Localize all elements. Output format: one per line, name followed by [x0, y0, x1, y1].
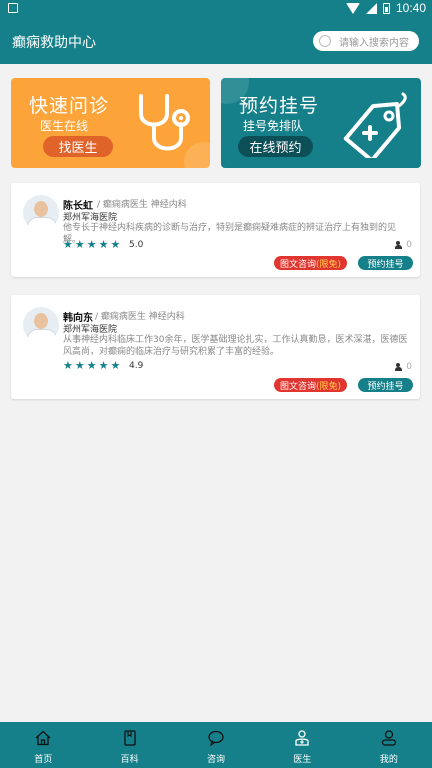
signal-icon	[365, 2, 377, 14]
banner-subtitle: 医生在线	[40, 119, 89, 133]
page-title: 癫痫救助中心	[12, 35, 96, 51]
consult-count: 0	[395, 240, 412, 250]
status-bar: 10:40	[0, 0, 432, 18]
book-icon	[123, 730, 136, 746]
person-icon	[395, 241, 403, 249]
book-appointment-button[interactable]: 预约挂号	[358, 256, 413, 270]
doctor-card[interactable]: 陈长虹 / 癫痫病医生 神经内科 郑州军海医院 他专长于神经内科疾病的诊断与治疗…	[11, 183, 420, 277]
star-icon: ★	[86, 238, 97, 251]
search-input[interactable]: 请输入搜索内容	[313, 31, 419, 51]
appointment-banner[interactable]: 预约挂号 挂号免排队 在线预约	[221, 78, 421, 168]
free-tag: (限免)	[315, 259, 342, 270]
consult-count-value: 0	[406, 362, 412, 372]
stethoscope-icon	[139, 94, 190, 151]
doctor-department: 神经内科	[148, 312, 185, 322]
consult-count-value: 0	[406, 240, 412, 250]
star-icon: ★	[98, 359, 109, 372]
text-consult-button[interactable]: 图文咨询 (限免)	[274, 378, 347, 392]
doctor-icon	[295, 730, 310, 746]
tab-home[interactable]: 首页	[0, 722, 86, 768]
price-tag-icon	[343, 92, 407, 158]
quick-consult-banner[interactable]: 快速问诊 医生在线 找医生	[11, 78, 210, 168]
consult-count: 0	[395, 362, 412, 372]
star-icon: ★	[63, 238, 73, 251]
star-icon: ★	[74, 238, 85, 251]
home-icon	[35, 730, 51, 746]
banner-title: 预约挂号	[239, 95, 320, 117]
find-doctor-button[interactable]: 找医生	[43, 136, 113, 157]
star-icon: ★	[110, 359, 121, 372]
wifi-icon	[345, 2, 360, 14]
rating-score: 4.9	[129, 361, 144, 371]
tab-label: 百科	[120, 755, 139, 765]
tab-profile[interactable]: 我的	[346, 722, 432, 768]
tab-label: 咨询	[207, 755, 226, 765]
doctor-meta: / 癫痫病医生 神经内科	[97, 200, 187, 210]
rating-score: 5.0	[129, 240, 144, 250]
consult-label: 图文咨询	[279, 259, 316, 270]
doctor-category: 癫痫病医生	[102, 200, 148, 210]
star-icon: ★	[110, 238, 121, 251]
book-appointment-button[interactable]: 预约挂号	[358, 378, 413, 392]
star-icon: ★	[63, 359, 73, 372]
battery-icon	[382, 2, 390, 14]
bottom-tab-bar: 首页 百科 咨询 医生 我的	[0, 722, 432, 768]
status-time: 10:40	[395, 1, 426, 15]
tab-consult[interactable]: 咨询	[173, 722, 259, 768]
tab-doctor[interactable]: 医生	[259, 722, 345, 768]
star-icon: ★	[98, 238, 109, 251]
tab-encyclopedia[interactable]: 百科	[86, 722, 172, 768]
tab-label: 医生	[293, 755, 312, 765]
doctor-meta: / 癫痫病医生 神经内科	[95, 312, 185, 322]
avatar	[23, 307, 59, 343]
doctor-description: 从事神经内科临床工作30余年，医学基础理论扎实，工作认真勤恳，医术深湛，医德医风…	[63, 335, 408, 357]
search-placeholder: 请输入搜索内容	[339, 37, 409, 49]
user-icon	[381, 730, 396, 746]
online-appointment-button[interactable]: 在线预约	[238, 136, 313, 157]
free-tag: (限免)	[315, 381, 342, 392]
doctor-card[interactable]: 韩向东 / 癫痫病医生 神经内科 郑州军海医院 从事神经内科临床工作30余年，医…	[11, 295, 420, 399]
app-header: 癫痫救助中心 请输入搜索内容	[0, 18, 432, 64]
star-icon: ★	[74, 359, 85, 372]
image-notification-icon	[8, 3, 18, 13]
tab-label: 首页	[34, 755, 53, 765]
search-icon	[319, 35, 331, 47]
tab-label: 我的	[379, 755, 398, 765]
doctor-category: 癫痫病医生	[100, 312, 146, 322]
text-consult-button[interactable]: 图文咨询 (限免)	[274, 256, 347, 270]
rating-stars: ★ ★ ★ ★ ★	[63, 238, 120, 251]
chat-bubble-icon	[208, 730, 224, 746]
doctor-department: 神经内科	[150, 200, 187, 210]
consult-label: 图文咨询	[279, 381, 316, 392]
banner-title: 快速问诊	[29, 95, 110, 117]
banner-subtitle: 挂号免排队	[243, 119, 304, 133]
avatar	[23, 195, 59, 231]
star-icon: ★	[86, 359, 97, 372]
rating-stars: ★ ★ ★ ★ ★	[63, 359, 120, 372]
person-icon	[395, 363, 403, 371]
